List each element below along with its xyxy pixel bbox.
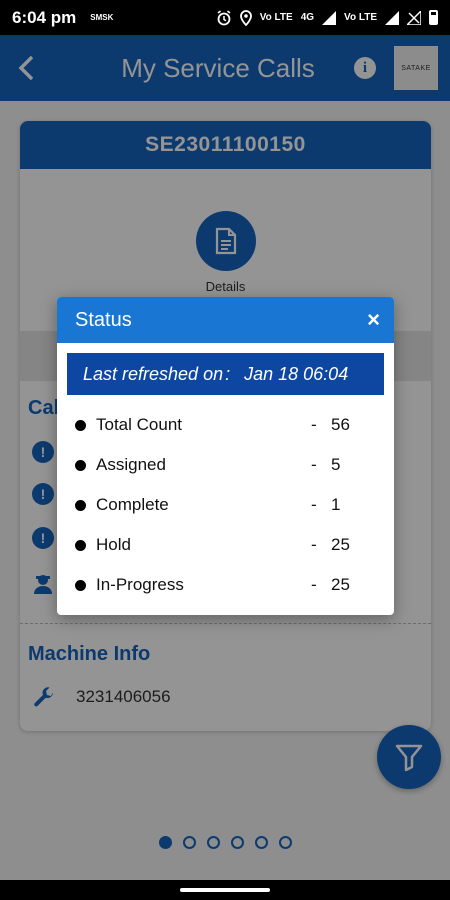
status-time: 6:04 pm [12, 7, 77, 27]
status-value: 5 [331, 455, 341, 474]
network-type: 4G [300, 12, 315, 23]
bullet-icon [75, 419, 86, 431]
status-row-complete: Complete - 1 [57, 485, 394, 525]
notification-icon: SMSK [90, 13, 114, 22]
bullet-icon [75, 459, 86, 471]
status-label: Assigned [96, 455, 166, 474]
volte-icon: Vo LTE [259, 12, 293, 23]
status-row-assigned: Assigned - 5 [57, 445, 394, 485]
refresh-label: Last refreshed on [83, 363, 224, 384]
wifi-off-icon [407, 10, 421, 25]
refresh-value: Jan 18 06:04 [244, 363, 349, 384]
dialog-title: Status [75, 308, 132, 331]
status-dialog: Status × Last refreshed on : Jan 18 06:0… [57, 297, 394, 615]
status-list: Total Count - 56 Assigned - 5 Complete -… [57, 405, 394, 605]
status-label: In-Progress [96, 575, 184, 594]
status-label: Hold [96, 535, 131, 554]
battery-icon [429, 10, 438, 25]
status-label: Total Count [96, 415, 182, 434]
status-value: 1 [331, 495, 341, 514]
status-label: Complete [96, 495, 169, 514]
system-nav-bar [0, 880, 450, 900]
signal-icon [322, 10, 337, 25]
status-value: 25 [331, 535, 350, 554]
status-value: 25 [331, 575, 350, 594]
status-row-total: Total Count - 56 [57, 405, 394, 445]
status-icons: Vo LTE 4G Vo LTE [216, 9, 438, 26]
bullet-icon [75, 499, 86, 511]
home-gesture-handle[interactable] [180, 888, 270, 892]
refresh-separator: : [225, 363, 231, 384]
status-dash: - [311, 575, 317, 594]
status-row-hold: Hold - 25 [57, 525, 394, 565]
alarm-icon [216, 9, 232, 26]
status-bar: 6:04 pm SMSK Vo LTE 4G Vo LTE [0, 0, 450, 35]
bullet-icon [75, 539, 86, 551]
bullet-icon [75, 579, 86, 591]
last-refreshed-bar: Last refreshed on : Jan 18 06:04 [67, 353, 384, 395]
status-dash: - [311, 495, 317, 514]
close-icon[interactable]: × [367, 307, 380, 333]
status-dash: - [311, 455, 317, 474]
status-value: 56 [331, 415, 350, 434]
status-dash: - [311, 535, 317, 554]
status-dash: - [311, 415, 317, 434]
volte-icon-2: Vo LTE [344, 12, 377, 23]
status-row-in-progress: In-Progress - 25 [57, 565, 394, 605]
location-icon [239, 9, 252, 26]
signal-icon-2 [385, 10, 399, 25]
dialog-header: Status × [57, 297, 394, 343]
